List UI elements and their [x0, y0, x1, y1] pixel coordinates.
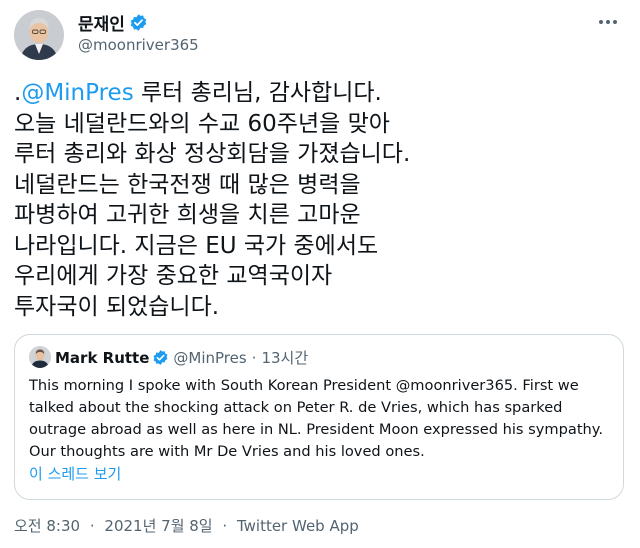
quoted-timestamp[interactable]: 13시간 — [261, 347, 308, 368]
quoted-tweet[interactable]: Mark Rutte @MinPres · 13시간 This morning … — [14, 334, 624, 500]
avatar-photo-icon — [14, 10, 64, 60]
meta-separator: · — [89, 517, 95, 535]
author-handle[interactable]: @moonriver365 — [78, 36, 199, 54]
tweet-card: 문재인 @moonriver365 .@MinPres 루터 총리님, 감사합니… — [0, 0, 640, 548]
tweet-metadata: 오전 8:30 · 2021년 7월 8일 · Twitter Web App — [14, 515, 359, 536]
author-avatar[interactable] — [14, 10, 64, 60]
mention-link[interactable]: @MinPres — [21, 80, 133, 106]
quoted-header: Mark Rutte @MinPres · 13시간 — [55, 347, 308, 368]
quoted-separator: · — [251, 348, 257, 367]
tweet-source[interactable]: Twitter Web App — [237, 517, 359, 535]
meta-separator-2: · — [222, 517, 228, 535]
tweet-text: .@MinPres 루터 총리님, 감사합니다. 오늘 네덜란드와의 수교 60… — [14, 78, 614, 322]
quoted-verified-badge-icon — [153, 350, 168, 365]
author-display-name[interactable]: 문재인 — [78, 10, 125, 35]
tweet-time[interactable]: 오전 8:30 — [14, 517, 80, 535]
quoted-avatar-photo-icon — [29, 346, 51, 368]
verified-badge-icon — [130, 14, 147, 31]
quoted-text: This morning I spoke with South Korean P… — [29, 377, 604, 460]
quoted-handle[interactable]: @MinPres — [173, 349, 246, 367]
tweet-body: 루터 총리님, 감사합니다. 오늘 네덜란드와의 수교 60주년을 맞아 루터 … — [14, 80, 411, 320]
quoted-display-name[interactable]: Mark Rutte — [55, 349, 149, 367]
author-name-row: 문재인 — [78, 10, 148, 35]
tweet-date[interactable]: 2021년 7월 8일 — [104, 517, 212, 535]
more-options-icon[interactable] — [594, 10, 622, 34]
show-thread-link[interactable]: 이 스레드 보기 — [29, 463, 121, 484]
quoted-author-avatar[interactable] — [29, 346, 51, 368]
